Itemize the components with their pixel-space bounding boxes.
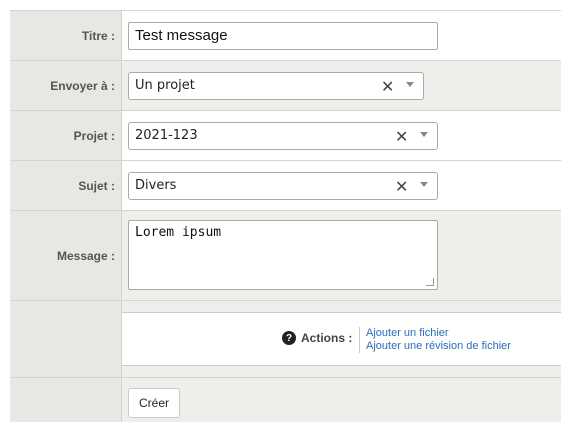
create-button[interactable]: Créer	[128, 388, 180, 418]
actions-label: Actions :	[301, 331, 353, 345]
send-to-select[interactable]: Un projet ✕	[128, 72, 424, 100]
row-subject: Sujet : Divers ✕	[10, 160, 561, 211]
row-submit: Créer	[10, 377, 561, 422]
title-cell: Test message	[122, 11, 561, 61]
subject-cell: Divers ✕	[122, 161, 561, 211]
chevron-down-icon[interactable]	[420, 132, 428, 137]
submit-row-label	[10, 378, 122, 422]
close-icon[interactable]: ✕	[395, 177, 408, 196]
row-title: Titre : Test message	[10, 10, 561, 61]
chevron-down-icon[interactable]	[406, 82, 414, 87]
message-label: Message :	[10, 211, 122, 301]
send-to-value: Un projet	[135, 78, 195, 93]
chevron-down-icon[interactable]	[420, 182, 428, 187]
message-text: Lorem ipsum	[135, 225, 222, 240]
help-circle-icon[interactable]: ?	[282, 331, 296, 345]
subject-select[interactable]: Divers ✕	[128, 172, 438, 200]
title-label: Titre :	[10, 11, 122, 61]
submit-cell: Créer	[122, 378, 561, 422]
message-cell: Lorem ipsum	[122, 211, 561, 301]
row-message: Message : Lorem ipsum	[10, 210, 561, 301]
actions-panel: ? Actions : Ajouter un fichier Ajouter u…	[122, 312, 561, 366]
close-icon[interactable]: ✕	[381, 77, 394, 96]
actions-heading: ? Actions :	[282, 331, 352, 345]
row-send-to: Envoyer à : Un projet ✕	[10, 60, 561, 111]
resize-grip-icon[interactable]	[426, 278, 434, 286]
close-icon[interactable]: ✕	[395, 127, 408, 146]
add-file-link[interactable]: Ajouter un fichier	[366, 327, 511, 340]
title-input[interactable]: Test message	[128, 22, 438, 50]
project-label: Projet :	[10, 111, 122, 161]
subject-value: Divers	[135, 178, 177, 193]
project-value: 2021-123	[135, 128, 198, 143]
actions-row-label	[10, 301, 122, 378]
add-file-revision-link[interactable]: Ajouter une révision de fichier	[366, 340, 511, 353]
row-actions: ? Actions : Ajouter un fichier Ajouter u…	[10, 300, 561, 378]
send-to-cell: Un projet ✕	[122, 61, 561, 111]
actions-links: Ajouter un fichier Ajouter une révision …	[359, 327, 511, 353]
message-form: Titre : Test message Envoyer à : Un proj…	[0, 0, 561, 422]
actions-cell: ? Actions : Ajouter un fichier Ajouter u…	[122, 301, 561, 378]
project-cell: 2021-123 ✕	[122, 111, 561, 161]
project-select[interactable]: 2021-123 ✕	[128, 122, 438, 150]
row-project: Projet : 2021-123 ✕	[10, 110, 561, 161]
subject-label: Sujet :	[10, 161, 122, 211]
message-textarea[interactable]: Lorem ipsum	[128, 220, 438, 290]
send-to-label: Envoyer à :	[10, 61, 122, 111]
